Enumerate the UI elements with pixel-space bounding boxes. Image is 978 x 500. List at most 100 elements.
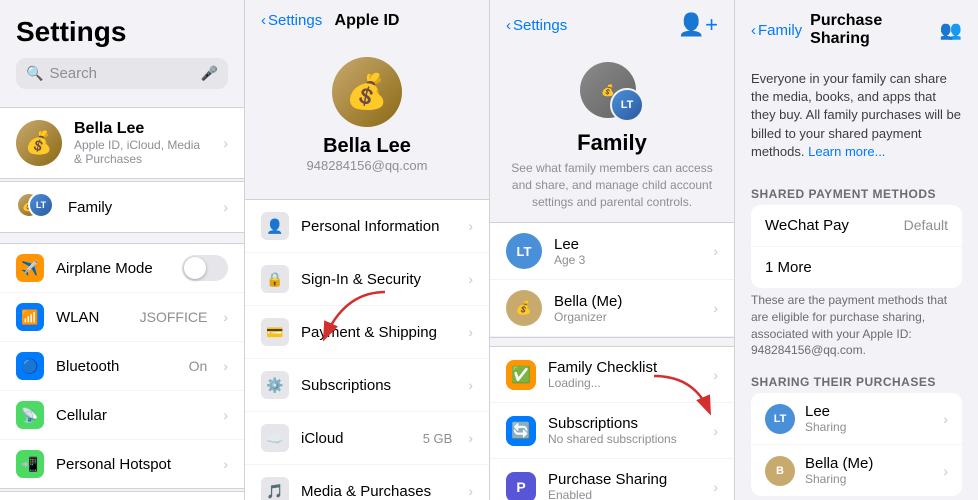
menu-item-signin-security[interactable]: 🔒 Sign-In & Security › (245, 253, 489, 306)
chevron-right-icon: › (468, 271, 473, 287)
family-profile-section: 💰 LT Family See what family members can … (490, 50, 734, 222)
payment-wechat-row[interactable]: WeChat Pay Default (751, 205, 962, 247)
toggle-thumb (184, 257, 206, 279)
sharing-status-lee: Sharing (805, 420, 933, 434)
chevron-right-icon: › (468, 377, 473, 393)
airplane-mode-toggle[interactable] (182, 255, 228, 281)
member-info-lee: Lee Age 3 (554, 236, 701, 267)
icloud-icon: ☁️ (261, 424, 289, 452)
media-icon: 🎵 (261, 477, 289, 500)
chevron-right-icon: › (713, 479, 718, 495)
menu-item-personal-info[interactable]: 👤 Personal Information › (245, 200, 489, 253)
icloud-value: 5 GB (423, 431, 453, 446)
wlan-value: JSOFFICE (140, 309, 208, 325)
feature-name-checklist: Family Checklist (548, 359, 701, 376)
family-title: Family (577, 130, 647, 156)
menu-item-icloud[interactable]: ☁️ iCloud 5 GB › (245, 412, 489, 465)
chevron-right-icon: › (468, 483, 473, 499)
media-label: Media & Purchases (301, 483, 456, 500)
mic-icon: 🎤 (201, 65, 218, 82)
settings-item-hotspot[interactable]: 📲 Personal Hotspot › (0, 440, 244, 488)
wechat-label: WeChat Pay (765, 217, 904, 234)
cellular-label: Cellular (56, 407, 211, 424)
feature-item-purchase-sharing[interactable]: P Purchase Sharing Enabled › (490, 459, 734, 500)
family-features-list: ✅ Family Checklist Loading... › 🔄 Subscr… (490, 346, 734, 500)
icloud-label: iCloud (301, 430, 411, 447)
settings-item-wlan[interactable]: 📶 WLAN JSOFFICE › (0, 293, 244, 342)
chevron-right-icon: › (713, 300, 718, 316)
chevron-right-icon: › (223, 358, 228, 374)
settings-item-cellular[interactable]: 📡 Cellular › (0, 391, 244, 440)
chevron-right-icon: › (223, 309, 228, 325)
apple-id-panel: ‹ Settings Apple ID 💰 Bella Lee 94828415… (245, 0, 490, 500)
feature-sub-checklist: Loading... (548, 376, 701, 390)
apple-id-nav: ‹ Settings Apple ID (245, 0, 489, 41)
menu-item-media[interactable]: 🎵 Media & Purchases › (245, 465, 489, 500)
chevron-right-icon: › (223, 407, 228, 423)
sharing-info-bella: Bella (Me) Sharing (805, 455, 933, 486)
purchase-content: Everyone in your family can share the me… (735, 60, 978, 500)
payment-more-row[interactable]: 1 More (751, 247, 962, 288)
panel-title: Apple ID (335, 12, 400, 30)
sharing-member-lee[interactable]: LT Lee Sharing › (751, 393, 962, 445)
purchase-sharing-icon: P (506, 472, 536, 500)
payment-methods-card: WeChat Pay Default 1 More (751, 205, 962, 288)
add-family-icon[interactable]: 👤+ (678, 12, 718, 37)
apple-id-menu: 👤 Personal Information › 🔒 Sign-In & Sec… (245, 199, 489, 500)
search-input[interactable]: Search (49, 65, 194, 82)
search-icon: 🔍 (26, 65, 43, 82)
feature-item-subscriptions[interactable]: 🔄 Subscriptions No shared subscriptions … (490, 403, 734, 459)
sharing-avatar-lee: LT (765, 404, 795, 434)
menu-item-subscriptions[interactable]: ⚙️ Subscriptions › (245, 359, 489, 412)
sharing-member-bella[interactable]: B Bella (Me) Sharing › (751, 445, 962, 496)
more-label: 1 More (765, 259, 948, 276)
feature-info-purchase: Purchase Sharing Enabled (548, 471, 701, 500)
chevron-left-icon: ‹ (751, 22, 756, 39)
back-label: Settings (268, 12, 322, 29)
profile-row[interactable]: 💰 Bella Lee Apple ID, iCloud, Media & Pu… (0, 107, 244, 179)
learn-more-link[interactable]: Learn more... (808, 144, 885, 159)
apple-id-name: Bella Lee (323, 135, 411, 158)
search-bar[interactable]: 🔍 Search 🎤 (16, 58, 228, 89)
feature-sub-purchase: Enabled (548, 488, 701, 500)
member-name-lee: Lee (554, 236, 701, 253)
feature-sub-subscriptions: No shared subscriptions (548, 432, 701, 446)
hotspot-label: Personal Hotspot (56, 456, 211, 473)
back-button[interactable]: ‹ Settings (261, 12, 322, 29)
family-label: Family (68, 199, 213, 216)
payment-icon: 💳 (261, 318, 289, 346)
avatar-lt: LT (610, 88, 644, 122)
family-member-bella[interactable]: 💰 Bella (Me) Organizer › (490, 280, 734, 337)
family-row[interactable]: 💰 LT Family › (0, 181, 244, 233)
settings-item-bluetooth[interactable]: 🔵 Bluetooth On › (0, 342, 244, 391)
member-role-bella: Organizer (554, 310, 701, 324)
sharing-name-bella: Bella (Me) (805, 455, 933, 472)
nav-right: 👥 (940, 20, 962, 41)
wechat-value: Default (904, 217, 948, 233)
back-button[interactable]: ‹ Settings (506, 17, 567, 34)
family-desc: See what family members can access and s… (506, 160, 718, 210)
chevron-right-icon: › (468, 324, 473, 340)
settings-title: Settings (16, 16, 228, 48)
bluetooth-icon: 🔵 (16, 352, 44, 380)
member-role-lee: Age 3 (554, 253, 701, 267)
signin-security-label: Sign-In & Security (301, 271, 456, 288)
profile-info: Bella Lee Apple ID, iCloud, Media & Purc… (74, 120, 211, 166)
personal-info-label: Personal Information (301, 218, 456, 235)
settings-header: Settings 🔍 Search 🎤 (0, 0, 244, 97)
sharing-info-lee: Lee Sharing (805, 403, 933, 434)
chevron-right-icon: › (713, 367, 718, 383)
cellular-icon: 📡 (16, 401, 44, 429)
purchase-sharing-panel: ‹ Family Purchase Sharing 👥 Everyone in … (735, 0, 978, 500)
family-panel: ‹ Settings 👤+ 💰 LT Family See what famil… (490, 0, 735, 500)
feature-item-checklist[interactable]: ✅ Family Checklist Loading... › (490, 347, 734, 403)
family-member-lee[interactable]: LT Lee Age 3 › (490, 223, 734, 280)
menu-item-payment[interactable]: 💳 Payment & Shipping › (245, 306, 489, 359)
chevron-left-icon: ‹ (506, 17, 511, 34)
feature-name-purchase: Purchase Sharing (548, 471, 701, 488)
settings-item-airplane-mode[interactable]: ✈️ Airplane Mode (0, 244, 244, 293)
sharing-status-bella: Sharing (805, 472, 933, 486)
back-button[interactable]: ‹ Family (751, 22, 802, 39)
family-avatars: 💰 LT (16, 192, 58, 222)
settings-item-notifications[interactable]: 🔔 Notifications › (0, 492, 244, 500)
